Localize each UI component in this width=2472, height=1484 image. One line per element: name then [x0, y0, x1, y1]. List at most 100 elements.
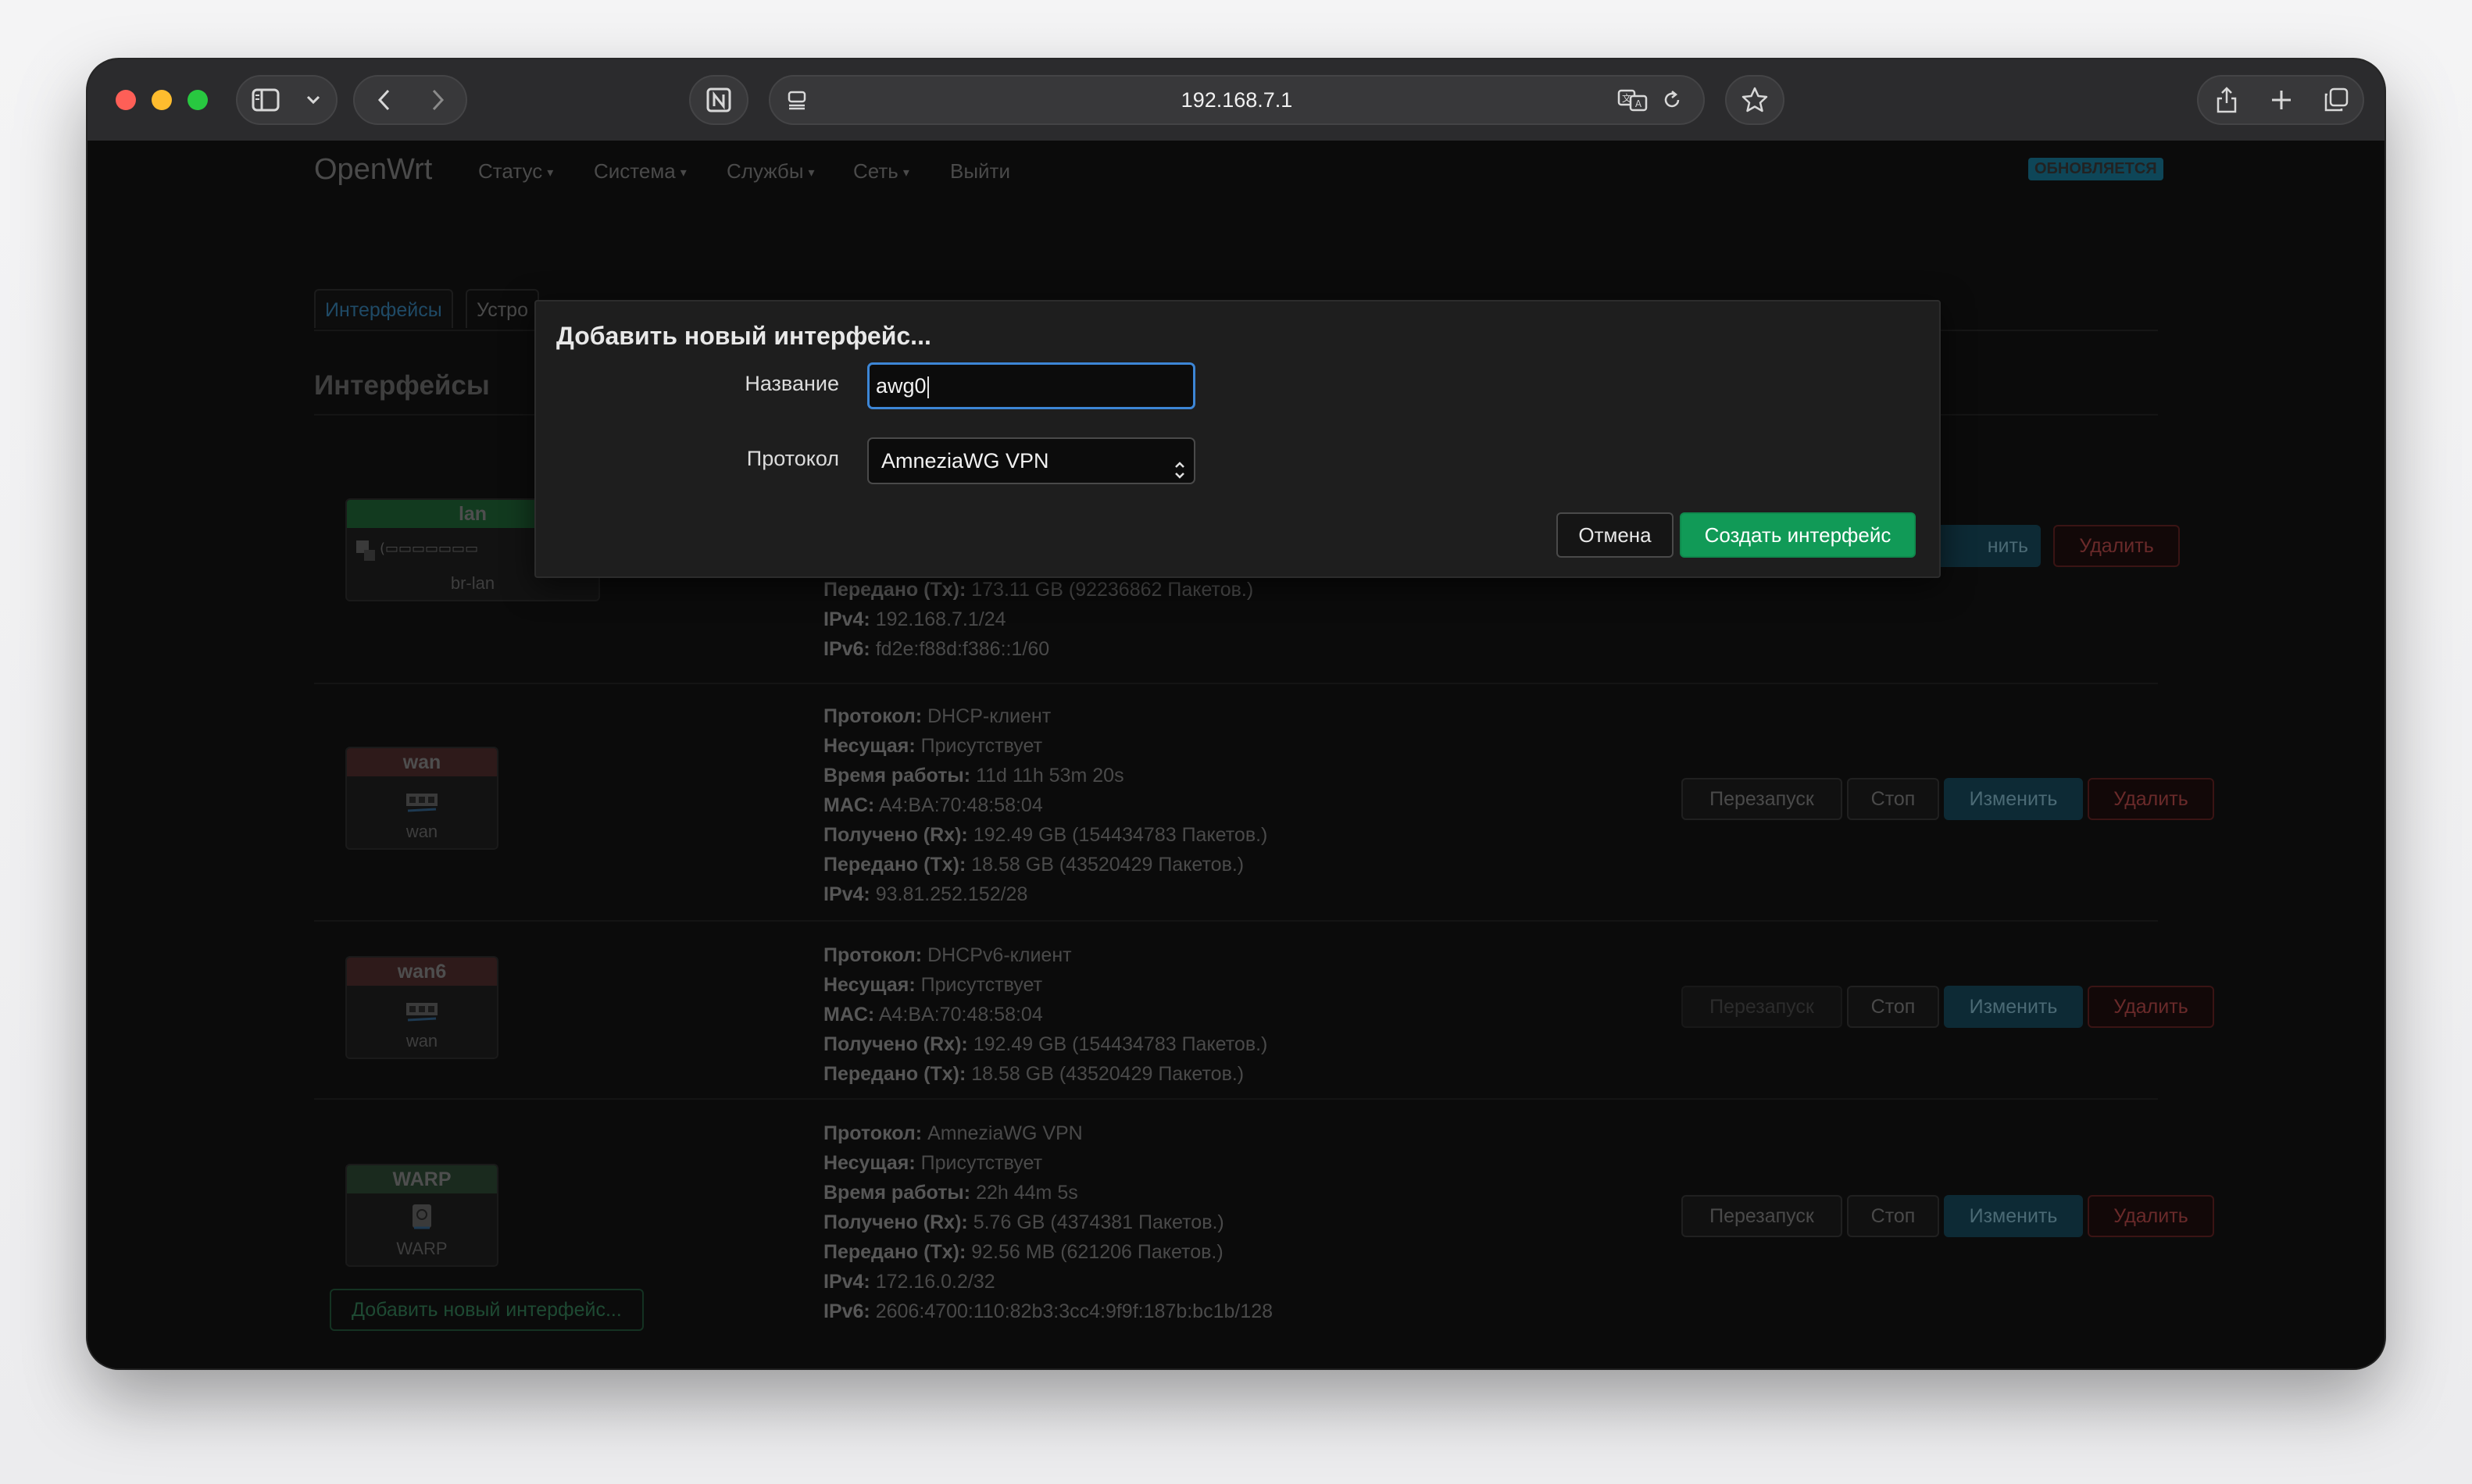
window-actions-group — [2197, 75, 2364, 125]
info-line: Передано (Tx): 18.58 GB (43520429 Пакето… — [823, 850, 1267, 879]
info-line: Протокол: DHCP-клиент — [823, 701, 1267, 731]
edit-button-wan6[interactable]: Изменить — [1944, 986, 2083, 1028]
info-line: Время работы: 11d 11h 53m 20s — [823, 761, 1267, 790]
info-value: 18.58 GB (43520429 Пакетов.) — [971, 854, 1245, 876]
minimize-window-button[interactable] — [152, 90, 172, 110]
status-badge: ОБНОВЛЯЕТСЯ — [2028, 158, 2163, 180]
info-value: 172.16.0.2/32 — [875, 1271, 995, 1293]
browser-window: 192.168.7.1 文A OpenWrt Статус ▾ Система … — [88, 59, 2384, 1368]
nav-logout[interactable]: Выйти — [950, 159, 1010, 184]
bookmark-button[interactable] — [1725, 75, 1784, 125]
info-line: MAC: A4:BA:70:48:58:04 — [823, 1000, 1267, 1029]
forward-arrow-icon[interactable] — [422, 86, 453, 114]
add-interface-button[interactable]: Добавить новый интерфейс... — [330, 1289, 644, 1331]
section-title: Интерфейсы — [314, 370, 490, 401]
info-key: MAC: — [823, 1004, 875, 1026]
interface-device: WARP — [396, 1239, 448, 1258]
info-value: 192.168.7.1/24 — [875, 608, 1006, 630]
info-value: 18.58 GB (43520429 Пакетов.) — [971, 1063, 1245, 1085]
caret-down-icon: ▾ — [547, 166, 554, 180]
info-line: Получено (Rx): 192.49 GB (154434783 Паке… — [823, 820, 1267, 850]
translate-icon[interactable]: 文A — [1616, 87, 1650, 112]
info-value: 2606:4700:110:82b3:3cc4:9f9f:187b:bc1b/1… — [875, 1300, 1274, 1322]
select-arrows-icon — [1173, 451, 1186, 479]
new-tab-icon[interactable] — [2264, 84, 2299, 116]
info-key: Несущая: — [823, 974, 916, 996]
info-key: IPv6: — [823, 638, 870, 660]
info-value: 22h 44m 5s — [976, 1182, 1078, 1204]
delete-button-wan[interactable]: Удалить — [2088, 778, 2214, 820]
info-value: A4:BA:70:48:58:04 — [878, 794, 1043, 816]
info-value: Присутствует — [920, 974, 1043, 996]
text-cursor — [927, 376, 929, 398]
restart-button-warp[interactable]: Перезапуск — [1681, 1195, 1842, 1237]
back-arrow-icon[interactable] — [369, 86, 400, 114]
browser-toolbar: 192.168.7.1 文A — [88, 59, 2384, 142]
row-divider — [314, 683, 2158, 684]
share-icon[interactable] — [2209, 84, 2244, 116]
interface-info-wan: Протокол: DHCP-клиент Несущая: Присутств… — [823, 701, 1267, 909]
interface-name-input[interactable]: awg0 — [867, 362, 1195, 409]
brand-logo[interactable]: OpenWrt — [314, 153, 432, 187]
edit-button-wan[interactable]: Изменить — [1944, 778, 2083, 820]
interface-name-value: awg0 — [876, 374, 927, 398]
nav-status-label: Статус — [478, 159, 543, 183]
restart-button-wan[interactable]: Перезапуск — [1681, 778, 1842, 820]
info-key: IPv6: — [823, 1300, 870, 1322]
edit-button-warp[interactable]: Изменить — [1944, 1195, 2083, 1237]
info-key: Несущая: — [823, 1152, 916, 1174]
info-line: Несущая: Присутствует — [823, 1148, 1273, 1178]
info-line: IPv6: 2606:4700:110:82b3:3cc4:9f9f:187b:… — [823, 1297, 1273, 1326]
tab-interfaces[interactable]: Интерфейсы — [314, 289, 453, 328]
close-window-button[interactable] — [116, 90, 136, 110]
info-value: AmneziaWG VPN — [927, 1122, 1083, 1144]
info-value: 192.49 GB (154434783 Пакетов.) — [973, 824, 1268, 846]
svg-text:(▭▭▭▭▭▭▭: (▭▭▭▭▭▭▭ — [380, 540, 478, 557]
info-value: fd2e:f88d:f386::1/60 — [875, 638, 1050, 660]
history-nav-group — [353, 75, 467, 125]
info-value: 192.49 GB (154434783 Пакетов.) — [973, 1033, 1268, 1055]
info-value: 92.56 MB (621206 Пакетов.) — [971, 1241, 1223, 1263]
caret-down-icon: ▾ — [680, 166, 687, 180]
info-value: 173.11 GB (92236862 Пакетов.) — [971, 579, 1254, 601]
stop-button-wan6[interactable]: Стоп — [1847, 986, 1939, 1028]
caret-down-icon: ▾ — [902, 166, 909, 180]
delete-button-wan6[interactable]: Удалить — [2088, 986, 2214, 1028]
cancel-button[interactable]: Отмена — [1556, 512, 1674, 558]
nav-network[interactable]: Сеть ▾ — [853, 159, 909, 184]
info-value: 93.81.252.152/28 — [875, 883, 1028, 905]
interface-name: wan — [347, 748, 497, 776]
stop-button-wan[interactable]: Стоп — [1847, 778, 1939, 820]
info-line: IPv6: fd2e:f88d:f386::1/60 — [823, 634, 1253, 664]
nav-status[interactable]: Статус ▾ — [478, 159, 553, 184]
restart-button-wan6[interactable]: Перезапуск — [1681, 986, 1842, 1028]
notion-extension-button[interactable] — [689, 75, 748, 125]
reload-icon[interactable] — [1656, 87, 1688, 112]
stop-button-warp[interactable]: Стоп — [1847, 1195, 1939, 1237]
address-bar[interactable]: 192.168.7.1 文A — [769, 75, 1705, 125]
interface-card-wan: wan wan — [345, 747, 498, 850]
nav-system[interactable]: Система ▾ — [594, 159, 687, 184]
interface-card-wan6: wan6 wan — [345, 956, 498, 1059]
delete-button-lan[interactable]: Удалить — [2053, 525, 2180, 567]
info-line: IPv4: 172.16.0.2/32 — [823, 1267, 1273, 1297]
info-line: Передано (Tx): 173.11 GB (92236862 Пакет… — [823, 575, 1253, 605]
url-text[interactable]: 192.168.7.1 — [770, 77, 1703, 123]
interface-name: wan6 — [347, 958, 497, 986]
nav-services[interactable]: Службы ▾ — [727, 159, 815, 184]
sidebar-icon[interactable] — [250, 86, 281, 114]
tab-devices[interactable]: Устро — [466, 289, 539, 328]
info-key: Несущая: — [823, 735, 916, 757]
info-line: Передано (Tx): 18.58 GB (43520429 Пакето… — [823, 1059, 1267, 1089]
delete-button-warp[interactable]: Удалить — [2088, 1195, 2214, 1237]
info-line: Несущая: Присутствует — [823, 970, 1267, 1000]
star-icon — [1739, 86, 1770, 114]
protocol-select[interactable]: AmneziaWG VPN — [867, 437, 1195, 484]
tab-overview-icon[interactable] — [2319, 84, 2353, 116]
info-value: 5.76 GB (4374381 Пакетов.) — [973, 1211, 1224, 1233]
info-key: Получено (Rx): — [823, 824, 968, 846]
chevron-down-icon[interactable] — [300, 87, 327, 112]
zoom-window-button[interactable] — [188, 90, 208, 110]
create-interface-button[interactable]: Создать интерфейс — [1680, 512, 1916, 558]
info-key: Протокол: — [823, 705, 923, 727]
